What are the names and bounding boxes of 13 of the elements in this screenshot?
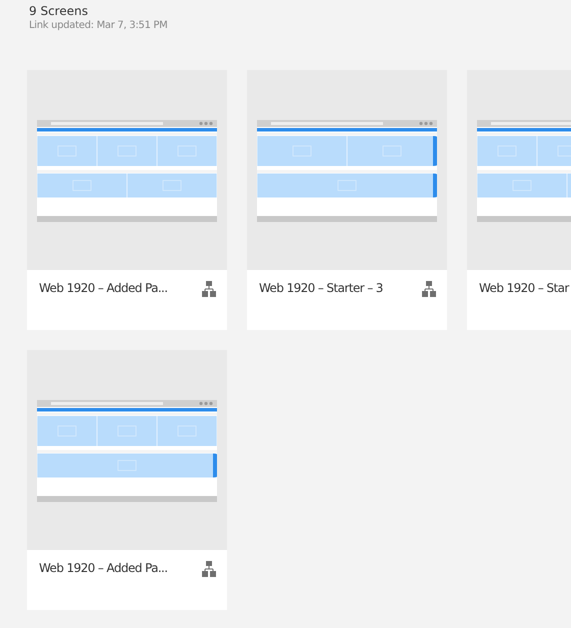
screen-card[interactable]: Web 1920 – Added Pa... xyxy=(27,70,227,330)
screen-count: 9 Screens xyxy=(29,4,89,19)
link-updated-text: Link updated: Mar 7, 3:51 PM xyxy=(29,19,168,33)
hierarchy-icon[interactable] xyxy=(421,281,437,297)
screen-card[interactable]: Web 1920 – Added Pa... xyxy=(27,350,227,610)
hierarchy-icon[interactable] xyxy=(201,561,217,577)
screen-title: Web 1920 – Added Pa... xyxy=(39,560,168,576)
hierarchy-icon[interactable] xyxy=(201,281,217,297)
screen-title: Web 1920 – Starter – 3 xyxy=(259,280,383,296)
screen-card[interactable]: Web 1920 – Star xyxy=(467,70,571,330)
screen-title: Web 1920 – Added Pa... xyxy=(39,280,168,296)
screen-card[interactable]: Web 1920 – Starter – 3 xyxy=(247,70,447,330)
screen-title: Web 1920 – Star xyxy=(479,280,569,296)
